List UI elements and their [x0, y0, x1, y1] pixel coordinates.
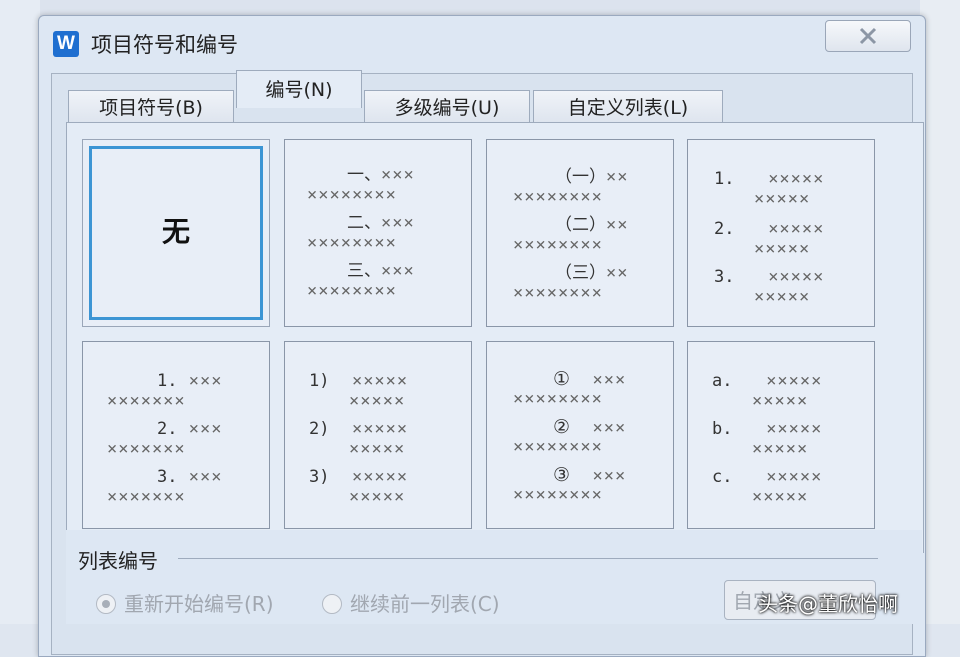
none-label: 无: [161, 215, 190, 248]
continue-list-option[interactable]: 继续前一列表(C): [322, 588, 500, 617]
number-label: ②: [553, 416, 571, 438]
tab-bullets[interactable]: 项目符号(B): [68, 90, 234, 124]
number-label: 2.: [714, 219, 735, 239]
numbering-option-paren-decimal[interactable]: 1) ××××× ××××× 2) ××××× ××××× 3) ××××× ×…: [284, 341, 472, 529]
tab-numbering[interactable]: 编号(N): [236, 70, 362, 108]
number-label: （一）: [555, 167, 606, 187]
title-bar[interactable]: W 项目符号和编号: [39, 16, 925, 72]
numbering-option-none[interactable]: 无: [82, 139, 270, 327]
radio-selected[interactable]: [96, 593, 116, 614]
number-label: 三、: [347, 261, 381, 281]
number-label: 3): [309, 467, 330, 487]
number-label: 2.: [157, 419, 178, 439]
close-button[interactable]: [825, 20, 911, 52]
number-label: 2): [309, 419, 330, 439]
number-label: a.: [712, 371, 733, 391]
number-label: c.: [712, 467, 733, 487]
numbering-option-lower-alpha[interactable]: a. ××××× ××××× b. ××××× ××××× c. ××××× ×…: [687, 341, 875, 529]
close-icon: [859, 27, 877, 45]
continue-label: 继续前一列表(C): [350, 592, 500, 616]
number-label: （三）: [555, 263, 606, 283]
number-label: 1): [309, 371, 330, 391]
tab-custom-list[interactable]: 自定义列表(L): [533, 90, 723, 124]
section-divider: [178, 558, 878, 559]
number-label: b.: [712, 419, 733, 439]
number-label: 1.: [714, 169, 735, 189]
numbering-option-decimal-hanging[interactable]: 1. ××××× ××××× 2. ××××× ××××× 3. ××××× ×…: [687, 139, 875, 327]
number-label: 3.: [714, 267, 735, 287]
number-label: 3.: [157, 467, 178, 487]
watermark: 头条@董欣怡啊: [758, 592, 898, 616]
list-numbering-label: 列表编号: [78, 549, 158, 573]
restart-numbering-option[interactable]: 重新开始编号(R): [96, 588, 274, 617]
tab-multilevel[interactable]: 多级编号(U): [364, 90, 530, 124]
number-label: ①: [553, 368, 571, 390]
numbering-option-chinese[interactable]: 一、××× ×××××××× 二、××× ×××××××× 三、××× ××××…: [284, 139, 472, 327]
number-label: （二）: [555, 215, 606, 235]
number-label: ③: [553, 464, 571, 486]
number-label: 1.: [157, 371, 178, 391]
number-label: 一、: [347, 165, 381, 185]
wps-writer-icon: W: [53, 31, 79, 57]
restart-label: 重新开始编号(R): [124, 592, 274, 616]
numbering-option-decimal-indented[interactable]: 1. ××× ××××××× 2. ××× ××××××× 3. ××× ×××…: [82, 341, 270, 529]
number-label: 二、: [347, 213, 381, 233]
radio-unselected[interactable]: [322, 593, 342, 614]
numbering-option-circled[interactable]: ① ××× ×××××××× ② ××× ×××××××× ③ ××× ××××…: [486, 341, 674, 529]
numbering-option-paren-chinese[interactable]: （一）×× ×××××××× （二）×× ×××××××× （三）×× ××××…: [486, 139, 674, 327]
dialog-title: 项目符号和编号: [91, 33, 238, 57]
